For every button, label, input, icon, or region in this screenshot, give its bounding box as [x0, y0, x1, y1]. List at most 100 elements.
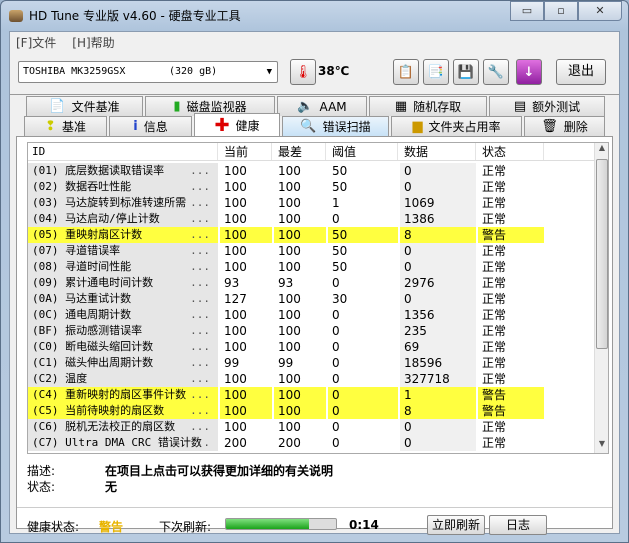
table-row[interactable]: (C2) 温度... 100 100 0 327718 正常: [28, 371, 595, 387]
threshold-value-cell: 50: [328, 179, 398, 195]
raw-data-cell: 1356: [400, 307, 476, 323]
minimize-button[interactable]: ▭: [510, 1, 544, 21]
scrollbar-thumb[interactable]: [596, 159, 608, 349]
ellipsis: ...: [190, 276, 210, 289]
menu-help[interactable]: [H]帮助: [72, 34, 114, 51]
table-row[interactable]: (09) 累计通电时间计数... 93 93 0 2976 正常: [28, 275, 595, 291]
table-row[interactable]: (C0) 断电磁头缩回计数... 100 100 0 69 正常: [28, 339, 595, 355]
table-row[interactable]: (01) 底层数据读取错误率... 100 100 50 0 正常: [28, 163, 595, 179]
table-row[interactable]: (02) 数据吞吐性能... 100 100 50 0 正常: [28, 179, 595, 195]
scroll-up-icon[interactable]: ▲: [595, 143, 608, 157]
raw-data-cell: 1: [400, 387, 476, 403]
current-value: 100: [224, 308, 247, 322]
worst-value-cell: 100: [274, 243, 326, 259]
raw-data-cell: 0: [400, 163, 476, 179]
options-icon[interactable]: 🔧: [483, 59, 509, 85]
worst-value-cell: 100: [274, 339, 326, 355]
table-row[interactable]: (0A) 马达重试计数... 127 100 30 0 正常: [28, 291, 595, 307]
table-row[interactable]: (BF) 振动感测错误率... 100 100 0 235 正常: [28, 323, 595, 339]
raw-data-cell: 0: [400, 243, 476, 259]
tab-file-benchmark[interactable]: 📄 文件基准: [26, 96, 143, 116]
vertical-scrollbar[interactable]: ▲ ▼: [594, 143, 608, 453]
tab-info[interactable]: i 信息: [109, 116, 192, 136]
status-cell: 警告: [478, 403, 544, 419]
raw-data-cell: 1386: [400, 211, 476, 227]
threshold-value: 50: [332, 244, 348, 258]
column-header-current[interactable]: 当前: [220, 143, 272, 160]
status-cell: 正常: [478, 371, 544, 387]
copy-screenshot-icon[interactable]: 📑: [423, 59, 449, 85]
table-row[interactable]: (C7) Ultra DMA CRC 错误计数... 200 200 0 0 正常: [28, 435, 595, 451]
table-row[interactable]: (05) 重映射扇区计数... 100 100 50 8 警告: [28, 227, 595, 243]
threshold-value-cell: 50: [328, 259, 398, 275]
ellipsis: ...: [186, 227, 210, 243]
tab-extra-tests[interactable]: ▤ 额外测试: [489, 96, 605, 116]
threshold-value-cell: 0: [328, 419, 398, 435]
table-row[interactable]: (C6) 脱机无法校正的扇区数... 100 100 0 0 正常: [28, 419, 595, 435]
log-button[interactable]: 日志: [489, 515, 547, 535]
current-value: 127: [224, 292, 247, 306]
drive-select[interactable]: TOSHIBA MK3259GSX (320 gB) ▼: [18, 61, 278, 83]
scroll-down-icon[interactable]: ▼: [595, 439, 608, 453]
column-header-id[interactable]: ID: [28, 143, 218, 160]
column-header-status[interactable]: 状态: [478, 143, 544, 160]
attribute-id: (01) 底层数据读取错误率: [32, 164, 165, 177]
status: 正常: [482, 276, 507, 290]
table-row[interactable]: (03) 马达旋转到标准转速所需... 100 100 1 1069 正常: [28, 195, 595, 211]
table-row[interactable]: (C5) 当前待映射的扇区数... 100 100 0 8 警告: [28, 403, 595, 419]
current-value-cell: 200: [220, 435, 272, 451]
current-value-cell: 100: [220, 227, 272, 243]
worst-value: 100: [278, 212, 301, 226]
table-row[interactable]: (C1) 磁头伸出周期计数... 99 99 0 18596 正常: [28, 355, 595, 371]
save-icon[interactable]: 💾: [453, 59, 479, 85]
tab-aam[interactable]: 🔈 AAM: [277, 96, 367, 116]
refresh-progress-bar: [225, 518, 337, 530]
exit-button[interactable]: 退出: [556, 59, 606, 85]
column-header-worst[interactable]: 最差: [274, 143, 326, 160]
status-cell: 正常: [478, 179, 544, 195]
column-header-threshold[interactable]: 阈值: [328, 143, 398, 160]
attribute-id-cell: (01) 底层数据读取错误率...: [28, 163, 218, 179]
tab-benchmark[interactable]: ❢ 基准: [24, 116, 107, 136]
raw-data-cell: 1069: [400, 195, 476, 211]
attribute-id: (08) 寻道时间性能: [32, 260, 132, 273]
disk-monitor-icon: ▮: [173, 99, 181, 114]
worst-value-cell: 100: [274, 419, 326, 435]
refresh-now-button[interactable]: 立即刷新: [427, 515, 485, 535]
next-refresh-label: 下次刷新:: [159, 520, 212, 534]
status-cell: 正常: [478, 419, 544, 435]
tab-random-access[interactable]: ▦ 随机存取: [369, 96, 487, 116]
worst-value: 93: [278, 276, 294, 290]
close-button[interactable]: ✕: [578, 1, 622, 21]
tab-erase[interactable]: 🗑 删除: [524, 116, 605, 136]
tab-health[interactable]: ✚ 健康: [194, 113, 280, 136]
column-header-data[interactable]: 数据: [400, 143, 476, 160]
tab-error-scan[interactable]: 🔍 错误扫描: [282, 116, 389, 136]
ellipsis: ...: [190, 212, 210, 225]
copy-text-icon[interactable]: 📋: [393, 59, 419, 85]
threshold-value: 0: [332, 308, 340, 322]
current-value-cell: 100: [220, 387, 272, 403]
table-row[interactable]: (C4) 重新映射的扇区事件计数... 100 100 0 1 警告: [28, 387, 595, 403]
attribute-id: (05) 重映射扇区计数: [32, 228, 143, 241]
raw-data: 1069: [404, 196, 435, 210]
table-row[interactable]: (0C) 通电周期计数... 100 100 0 1356 正常: [28, 307, 595, 323]
download-icon[interactable]: ↓: [516, 59, 542, 85]
random-access-icon: ▦: [394, 99, 408, 114]
table-row[interactable]: (08) 寻道时间性能... 100 100 50 0 正常: [28, 259, 595, 275]
maximize-button[interactable]: ▫: [544, 1, 578, 21]
attribute-id: (C6) 脱机无法校正的扇区数: [32, 420, 176, 433]
threshold-value: 30: [332, 292, 348, 306]
table-row[interactable]: (04) 马达启动/停止计数... 100 100 0 1386 正常: [28, 211, 595, 227]
health-status-label: 健康状态:: [27, 520, 80, 534]
tab-folder-usage[interactable]: ▆ 文件夹占用率: [391, 116, 522, 136]
status-label: 状态:: [27, 480, 56, 494]
smart-table[interactable]: ID 当前 最差 阈值 数据 状态 (01) 底层数据读取错误率... 100 10…: [27, 142, 609, 454]
current-value-cell: 100: [220, 371, 272, 387]
worst-value: 100: [278, 372, 301, 386]
table-row[interactable]: (07) 寻道错误率... 100 100 50 0 正常: [28, 243, 595, 259]
status: 正常: [482, 372, 507, 386]
menu-file[interactable]: [F]文件: [16, 34, 56, 51]
current-value-cell: 99: [220, 355, 272, 371]
ellipsis: ...: [190, 324, 210, 337]
